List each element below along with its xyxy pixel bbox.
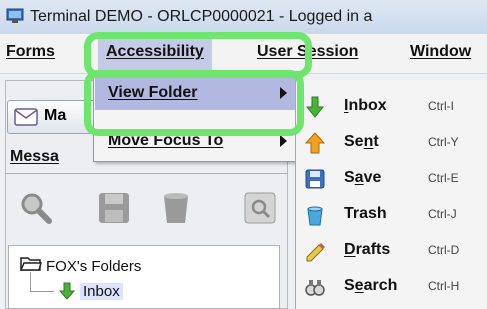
submenu-label-mnemonic: a — [354, 169, 364, 186]
shortcut-label: Ctrl-H — [428, 279, 460, 293]
submenu-label-pre: Se — [344, 133, 364, 150]
view-folder-submenu: Inbox Ctrl-I Sent Ctrl-Y Save Ctrl-E Tra… — [295, 80, 487, 309]
highlight-view-folder-item — [84, 70, 304, 136]
submenu-label-mnemonic: n — [363, 133, 374, 150]
folder-tree — [8, 245, 280, 309]
envelope-icon — [14, 108, 38, 126]
trash-icon[interactable] — [158, 190, 194, 226]
submenu-arrow-icon — [280, 135, 287, 147]
window-title: Terminal DEMO - ORLCP0000021 - Logged in… — [30, 8, 373, 25]
search-icon[interactable] — [18, 190, 54, 226]
submenu-item-inbox[interactable]: Inbox Ctrl-I — [296, 90, 487, 122]
submenu-item-search[interactable]: Search Ctrl-H — [296, 270, 487, 302]
submenu-label-post: t — [373, 133, 379, 150]
messages-tab[interactable]: Messa — [10, 148, 59, 166]
folder-icon — [20, 257, 42, 271]
submenu-item-drafts[interactable]: Drafts Ctrl-D — [296, 234, 487, 266]
submenu-item-trash[interactable]: Trash Ctrl-J — [296, 198, 487, 230]
save-icon[interactable] — [96, 190, 132, 226]
mail-header-label: Ma — [44, 107, 67, 124]
shortcut-label: Ctrl-J — [428, 207, 457, 221]
find-icon[interactable] — [242, 190, 278, 226]
save-disk-icon — [305, 169, 325, 189]
shortcut-label: Ctrl-Y — [428, 135, 459, 149]
shortcut-label: Ctrl-E — [428, 171, 459, 185]
shortcut-label: Ctrl-I — [428, 99, 454, 113]
shortcut-label: Ctrl-D — [428, 243, 460, 257]
tree-item-inbox[interactable]: Inbox — [80, 283, 123, 300]
submenu-label-pre: S — [344, 169, 355, 186]
tree-root-label[interactable]: FOX's Folders — [46, 258, 141, 275]
search-binoculars-icon — [305, 280, 325, 296]
sent-arrow-icon — [304, 132, 326, 154]
tree-connector — [30, 272, 31, 292]
menu-forms[interactable]: Forms — [6, 43, 55, 61]
trash-icon — [307, 206, 323, 226]
inbox-arrow-icon — [58, 282, 76, 300]
submenu-item-sent[interactable]: Sent Ctrl-Y — [296, 126, 487, 158]
drafts-pencil-icon — [306, 243, 325, 262]
submenu-label-post: ve — [363, 169, 382, 186]
submenu-label-mnemonic: e — [354, 277, 364, 294]
submenu-label-post: nbox — [348, 97, 387, 114]
menu-window[interactable]: Window — [410, 43, 471, 61]
tree-connector-h — [30, 291, 54, 292]
submenu-label-post: Trash — [344, 205, 387, 222]
tab-divider — [5, 173, 288, 174]
submenu-label-mnemonic: D — [344, 241, 356, 258]
terminal-window: Terminal DEMO - ORLCP0000021 - Logged in… — [0, 0, 487, 309]
submenu-label-pre: S — [344, 277, 355, 294]
terminal-app-icon — [6, 8, 24, 23]
submenu-label-post: rafts — [355, 241, 391, 258]
inbox-arrow-icon — [305, 96, 325, 118]
title-bar: Terminal DEMO - ORLCP0000021 - Logged in… — [0, 0, 487, 34]
submenu-label-post: arch — [363, 277, 398, 294]
submenu-item-save[interactable]: Save Ctrl-E — [296, 162, 487, 194]
